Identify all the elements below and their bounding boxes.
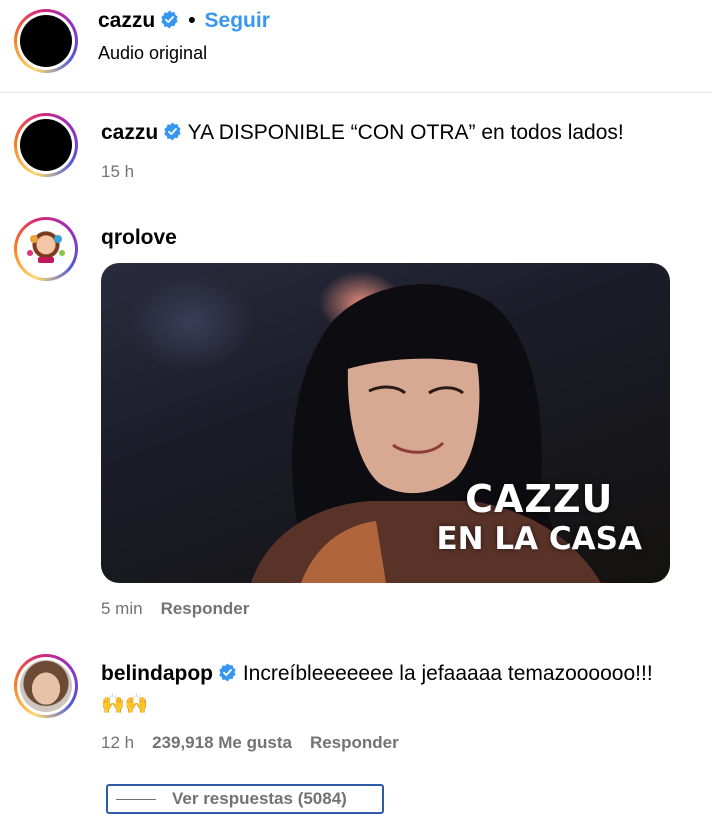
view-replies-button[interactable]: Ver respuestas (5084) xyxy=(106,784,384,814)
verified-badge-icon xyxy=(219,663,236,682)
belindapop-text: Increíbleeeeeee la jefaaaaa temazoooooo!… xyxy=(242,662,653,685)
audio-label[interactable]: Audio original xyxy=(98,43,207,64)
page: cazzu • Seguir Audio original cazzu YA DIS… xyxy=(0,0,712,830)
caption-text-line: cazzu YA DISPONIBLE “CON OTRA” en todos … xyxy=(101,121,624,145)
separator-dot: • xyxy=(188,9,196,32)
belindapop-time[interactable]: 12 h xyxy=(101,733,134,752)
gif-image[interactable]: CAZZU EN LA CASA xyxy=(101,263,670,583)
caption-text: YA DISPONIBLE “CON OTRA” en todos lados! xyxy=(187,121,624,144)
post-header: cazzu • Seguir Audio original xyxy=(0,0,712,93)
belindapop-meta: 12 h 239,918 Me gusta Responder xyxy=(101,733,417,753)
verified-badge-icon xyxy=(161,10,178,29)
belindapop-likes[interactable]: 239,918 Me gusta xyxy=(152,733,292,752)
qrolove-time[interactable]: 5 min xyxy=(101,599,143,618)
qrolove-reply-button[interactable]: Responder xyxy=(161,599,250,618)
belindapop-avatar[interactable] xyxy=(14,654,78,718)
caption-avatar[interactable] xyxy=(14,113,78,177)
header-user-line: cazzu • Seguir xyxy=(98,9,270,33)
follow-button[interactable]: Seguir xyxy=(205,9,270,32)
gif-caption-line1: CAZZU xyxy=(465,477,614,521)
gif-caption-line2: EN LA CASA xyxy=(436,521,642,557)
qrolove-username[interactable]: qrolove xyxy=(101,226,177,249)
caption-username[interactable]: cazzu xyxy=(101,121,158,144)
gif-caption: CAZZU EN LA CASA xyxy=(436,479,642,559)
view-replies-label: Ver respuestas (5084) xyxy=(172,789,347,808)
qrolove-meta: 5 min Responder xyxy=(101,599,267,619)
qrolove-user-line: qrolove xyxy=(101,226,177,250)
caption-meta: 15 h xyxy=(101,162,152,182)
view-replies-line xyxy=(116,799,156,800)
caption-time[interactable]: 15 h xyxy=(101,162,134,181)
belindapop-reply-button[interactable]: Responder xyxy=(310,733,399,752)
belindapop-text-line: belindapop Increíbleeeeeee la jefaaaaa t… xyxy=(101,662,653,686)
author-username[interactable]: cazzu xyxy=(98,9,155,32)
author-avatar[interactable] xyxy=(14,9,78,73)
qrolove-avatar[interactable] xyxy=(14,217,78,281)
verified-badge-icon xyxy=(164,122,181,141)
qrolove-logo-icon xyxy=(27,235,65,263)
belindapop-username[interactable]: belindapop xyxy=(101,662,213,685)
belindapop-emoji: 🙌🙌 xyxy=(101,694,149,715)
